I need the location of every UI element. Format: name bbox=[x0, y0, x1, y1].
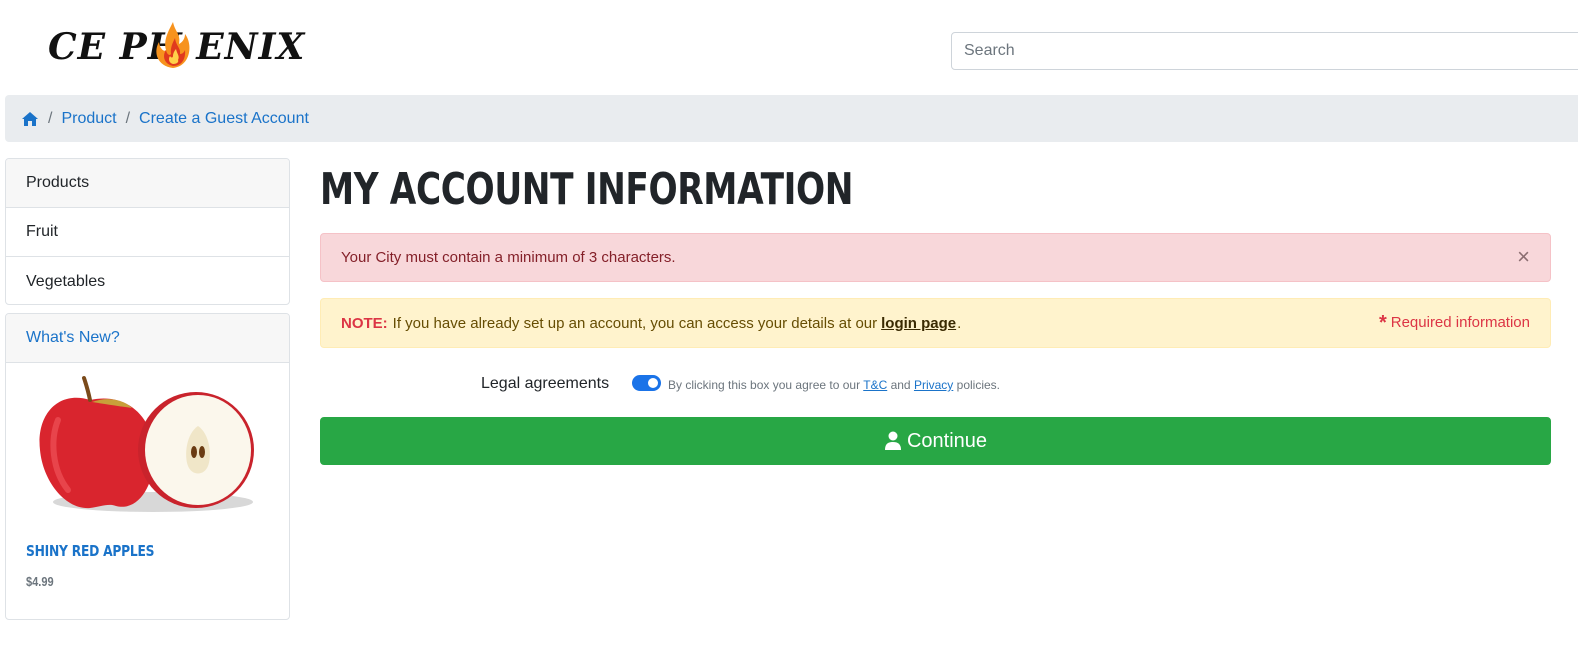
home-icon[interactable] bbox=[21, 111, 39, 127]
note-end: . bbox=[957, 314, 962, 332]
product-name[interactable]: Shiny Red Apples bbox=[26, 542, 155, 560]
continue-button[interactable]: Continue bbox=[320, 417, 1551, 465]
whats-new-panel: What's New? Shiny Red Apples $4.99 bbox=[5, 313, 290, 620]
breadcrumb-separator: / bbox=[125, 109, 131, 127]
breadcrumb-create-guest-account[interactable]: Create a Guest Account bbox=[139, 110, 309, 128]
breadcrumb-product[interactable]: Product bbox=[61, 110, 116, 128]
breadcrumb: / Product / Create a Guest Account bbox=[5, 95, 1578, 142]
search-input[interactable] bbox=[951, 32, 1578, 70]
legal-text-after: policies. bbox=[956, 378, 1000, 392]
breadcrumb-separator: / bbox=[48, 109, 53, 127]
categories-panel: Products Fruit Vegetables bbox=[5, 158, 290, 305]
legal-text-and: and bbox=[890, 378, 911, 392]
page-title: My Account Information bbox=[320, 164, 854, 215]
user-icon bbox=[884, 431, 901, 450]
product-price: $4.99 bbox=[26, 574, 54, 589]
legal-agreement-toggle[interactable] bbox=[632, 375, 661, 391]
required-information-text: Required information bbox=[1390, 314, 1530, 331]
privacy-link[interactable]: Privacy bbox=[914, 378, 953, 392]
continue-label: Continue bbox=[906, 429, 988, 452]
error-alert: Your City must contain a minimum of 3 ch… bbox=[320, 233, 1551, 282]
asterisk-icon: * bbox=[1378, 311, 1387, 334]
legal-agreement-text: By clicking this box you agree to our T&… bbox=[668, 378, 1000, 392]
login-page-link[interactable]: login page bbox=[881, 315, 956, 332]
product-image-apples[interactable] bbox=[28, 370, 258, 520]
site-logo[interactable]: CE PH ENIX bbox=[48, 20, 304, 72]
legal-agreements-label: Legal agreements bbox=[481, 375, 610, 392]
close-icon[interactable]: × bbox=[1517, 246, 1530, 268]
category-fruit[interactable]: Fruit bbox=[6, 208, 289, 257]
whats-new-heading[interactable]: What's New? bbox=[6, 314, 289, 363]
note-label: NOTE: bbox=[341, 314, 388, 332]
legal-text-before: By clicking this box you agree to our bbox=[668, 378, 861, 392]
toggle-knob bbox=[648, 378, 658, 388]
required-information: * Required information bbox=[1378, 311, 1530, 334]
category-vegetables[interactable]: Vegetables bbox=[6, 257, 289, 304]
note-alert: NOTE: If you have already set up an acco… bbox=[320, 298, 1551, 348]
tc-link[interactable]: T&C bbox=[863, 378, 887, 392]
phoenix-flame-icon bbox=[156, 22, 190, 68]
error-alert-text: Your City must contain a minimum of 3 ch… bbox=[341, 249, 676, 266]
note-text: If you have already set up an account, y… bbox=[392, 314, 878, 332]
categories-heading: Products bbox=[6, 159, 289, 208]
